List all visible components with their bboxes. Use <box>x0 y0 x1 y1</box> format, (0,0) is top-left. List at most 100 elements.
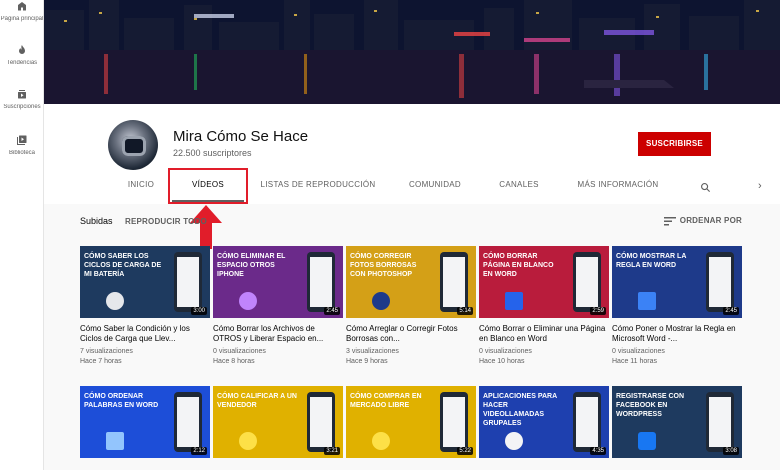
phone-image <box>706 392 734 452</box>
sidebar-item-home[interactable]: Página principal <box>0 0 44 22</box>
apple-logo-icon <box>106 292 124 310</box>
sidebar-item-label: Tendencias <box>6 60 38 66</box>
video-duration: 2:59 <box>590 307 606 315</box>
video-card[interactable]: Cómo mostrar la regla en Word 2:45 Cómo … <box>612 246 742 367</box>
sidebar-item-trending[interactable]: Tendencias <box>0 44 44 66</box>
tab-mas-informacion[interactable]: MÁS INFORMACIÓN <box>574 170 662 204</box>
video-views: 0 visualizaciones <box>479 348 532 355</box>
chevron-right-icon[interactable]: › <box>758 180 762 192</box>
word-logo-icon <box>638 292 656 310</box>
app-logo-icon <box>239 292 257 310</box>
filter-row: Subidas REPRODUCIR TODO ORDENAR POR <box>80 216 760 232</box>
thumbnail-text: Cómo ordenar palabras en Word <box>84 393 159 409</box>
video-age: Hace 10 horas <box>479 358 525 365</box>
play-all-button[interactable]: REPRODUCIR TODO <box>125 217 207 226</box>
subscriptions-icon <box>18 90 26 99</box>
video-duration: 5:14 <box>457 307 473 315</box>
library-icon <box>17 135 27 145</box>
video-duration: 2:12 <box>191 447 207 455</box>
video-views: 3 visualizaciones <box>346 348 399 355</box>
sidebar-item-label: Página principal <box>0 16 44 22</box>
phone-image <box>307 252 335 312</box>
video-duration: 2:45 <box>324 307 340 315</box>
video-thumbnail[interactable]: Cómo mostrar la regla en Word 2:45 <box>612 246 742 318</box>
subscriber-count: 22.500 suscriptores <box>173 148 252 158</box>
sidebar-item-label: Suscripciones <box>3 104 41 110</box>
video-title[interactable]: Cómo Borrar los Archivos de OTROS y Libe… <box>213 324 343 344</box>
thumbnail-text: Cómo comprar en Mercado Libre <box>350 393 422 409</box>
video-title[interactable]: Cómo Borrar o Eliminar una Página en Bla… <box>479 324 609 344</box>
video-views: 0 visualizaciones <box>213 348 266 355</box>
video-thumbnail[interactable]: Cómo calificar a un vendedor 3:21 <box>213 386 343 458</box>
video-card[interactable]: Cómo ordenar palabras en Word 2:12 <box>80 386 210 458</box>
word-logo-icon <box>106 432 124 450</box>
video-card[interactable]: Cómo comprar en Mercado Libre 5:22 <box>346 386 476 458</box>
mini-sidebar: Página principal Tendencias Suscripcione… <box>0 0 44 470</box>
video-title[interactable]: Cómo Poner o Mostrar la Regla en Microso… <box>612 324 742 344</box>
phone-image <box>440 252 468 312</box>
thumbnail-text: Cómo eliminar el espacio otros iPhone <box>217 253 286 278</box>
sidebar-item-subscriptions[interactable]: Suscripciones <box>0 88 44 110</box>
thumbnail-text: Cómo saber los ciclos de carga de mi bat… <box>84 253 162 278</box>
flame-icon <box>19 45 25 54</box>
phone-image <box>706 252 734 312</box>
sort-icon[interactable] <box>664 217 676 226</box>
channel-tabs: INICIO VÍDEOS LISTAS DE REPRODUCCIÓN COM… <box>44 170 780 204</box>
video-duration: 2:45 <box>723 307 739 315</box>
video-thumbnail[interactable]: Cómo ordenar palabras en Word 2:12 <box>80 386 210 458</box>
sort-button[interactable]: ORDENAR POR <box>680 216 742 225</box>
video-thumbnail[interactable]: Cómo borrar página en blanco en Word 2:5… <box>479 246 609 318</box>
subscribe-button[interactable]: SUSCRIBIRSE <box>638 132 711 156</box>
phone-image <box>573 252 601 312</box>
video-card[interactable]: Cómo corregir fotos borrosas con Photosh… <box>346 246 476 367</box>
thumbnail-text: Cómo corregir fotos borrosas con Photosh… <box>350 253 417 278</box>
tab-canales[interactable]: CANALES <box>492 170 546 204</box>
home-icon <box>18 2 26 11</box>
thumbnail-text: Cómo borrar página en blanco en Word <box>483 253 554 278</box>
thumbnail-text: Aplicaciones para hacer videollamadas gr… <box>483 393 557 427</box>
phone-image <box>573 392 601 452</box>
video-duration: 4:35 <box>590 447 606 455</box>
video-card[interactable]: Registrarse con Facebook en WordPress 3:… <box>612 386 742 458</box>
video-age: Hace 11 horas <box>612 358 658 365</box>
video-card[interactable]: Cómo eliminar el espacio otros iPhone 2:… <box>213 246 343 367</box>
video-title[interactable]: Cómo Saber la Condición y los Ciclos de … <box>80 324 210 344</box>
video-card[interactable]: Cómo saber los ciclos de carga de mi bat… <box>80 246 210 367</box>
thumbnail-text: Cómo mostrar la regla en Word <box>616 253 687 269</box>
video-duration: 5:22 <box>457 447 473 455</box>
channel-banner <box>44 0 780 104</box>
video-age: Hace 7 horas <box>80 358 122 365</box>
video-card[interactable]: Cómo calificar a un vendedor 3:21 <box>213 386 343 458</box>
video-thumbnail[interactable]: Cómo saber los ciclos de carga de mi bat… <box>80 246 210 318</box>
phone-image <box>174 392 202 452</box>
video-views: 7 visualizaciones <box>80 348 133 355</box>
thumbnail-text: Registrarse con Facebook en WordPress <box>616 393 685 418</box>
video-age: Hace 9 horas <box>346 358 388 365</box>
video-views: 0 visualizaciones <box>612 348 665 355</box>
photoshop-logo-icon <box>372 292 390 310</box>
video-thumbnail[interactable]: Cómo comprar en Mercado Libre 5:22 <box>346 386 476 458</box>
video-thumbnail[interactable]: Registrarse con Facebook en WordPress 3:… <box>612 386 742 458</box>
phone-image <box>440 392 468 452</box>
word-logo-icon <box>505 292 523 310</box>
tab-listas-de-reproduccion[interactable]: LISTAS DE REPRODUCCIÓN <box>258 170 378 204</box>
video-card[interactable]: Cómo borrar página en blanco en Word 2:5… <box>479 246 609 367</box>
tab-comunidad[interactable]: COMUNIDAD <box>404 170 466 204</box>
video-thumbnail[interactable]: Cómo corregir fotos borrosas con Photosh… <box>346 246 476 318</box>
video-thumbnail[interactable]: Cómo eliminar el espacio otros iPhone 2:… <box>213 246 343 318</box>
video-age: Hace 8 horas <box>213 358 255 365</box>
sidebar-item-library[interactable]: Biblioteca <box>0 134 44 156</box>
video-thumbnail[interactable]: Aplicaciones para hacer videollamadas gr… <box>479 386 609 458</box>
video-card[interactable]: Aplicaciones para hacer videollamadas gr… <box>479 386 609 458</box>
highlight-box <box>168 168 248 204</box>
phone-image <box>307 392 335 452</box>
avatar[interactable] <box>108 120 158 170</box>
video-title[interactable]: Cómo Arreglar o Corregir Fotos Borrosas … <box>346 324 476 344</box>
city-skyline-image <box>44 0 780 104</box>
uploads-filter[interactable]: Subidas <box>80 216 113 226</box>
channel-name: Mira Cómo Se Hace <box>173 128 309 145</box>
search-icon[interactable] <box>700 182 711 193</box>
phone-image <box>174 252 202 312</box>
video-duration: 3:21 <box>324 447 340 455</box>
tab-inicio[interactable]: INICIO <box>122 170 160 204</box>
